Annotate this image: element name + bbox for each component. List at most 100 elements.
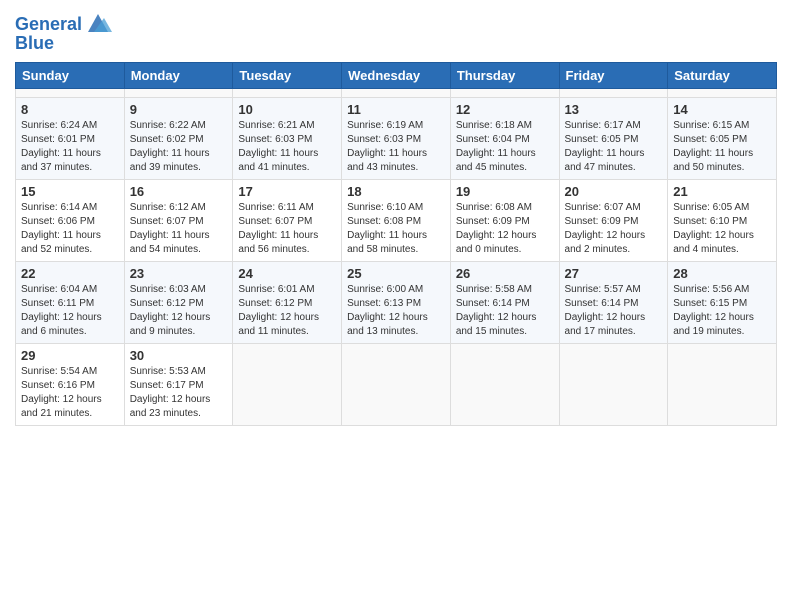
calendar-week-row: 22 Sunrise: 6:04 AMSunset: 6:11 PMDayligh… bbox=[16, 261, 777, 343]
day-header-sunday: Sunday bbox=[16, 62, 125, 88]
day-number: 21 bbox=[673, 184, 771, 199]
logo-icon bbox=[84, 12, 112, 34]
day-info: Sunrise: 6:04 AMSunset: 6:11 PMDaylight:… bbox=[21, 283, 119, 339]
day-info: Sunrise: 6:17 AMSunset: 6:05 PMDaylight:… bbox=[565, 119, 663, 175]
day-number: 12 bbox=[456, 102, 554, 117]
calendar-week-row: 29 Sunrise: 5:54 AMSunset: 6:16 PMDayligh… bbox=[16, 343, 777, 425]
day-cell-29: 29 Sunrise: 5:54 AMSunset: 6:16 PMDayligh… bbox=[16, 343, 125, 425]
day-number: 9 bbox=[130, 102, 228, 117]
calendar-header-row: SundayMondayTuesdayWednesdayThursdayFrid… bbox=[16, 62, 777, 88]
day-cell-21: 21 Sunrise: 6:05 AMSunset: 6:10 PMDayligh… bbox=[668, 179, 777, 261]
day-number: 13 bbox=[565, 102, 663, 117]
day-number: 18 bbox=[347, 184, 445, 199]
day-number: 20 bbox=[565, 184, 663, 199]
header: General Blue bbox=[15, 10, 777, 54]
day-info: Sunrise: 6:01 AMSunset: 6:12 PMDaylight:… bbox=[238, 283, 336, 339]
day-header-thursday: Thursday bbox=[450, 62, 559, 88]
day-info: Sunrise: 6:05 AMSunset: 6:10 PMDaylight:… bbox=[673, 201, 771, 257]
day-cell-20: 20 Sunrise: 6:07 AMSunset: 6:09 PMDayligh… bbox=[559, 179, 668, 261]
day-info: Sunrise: 6:22 AMSunset: 6:02 PMDaylight:… bbox=[130, 119, 228, 175]
day-number: 11 bbox=[347, 102, 445, 117]
day-number: 17 bbox=[238, 184, 336, 199]
day-info: Sunrise: 5:53 AMSunset: 6:17 PMDaylight:… bbox=[130, 365, 228, 421]
day-info: Sunrise: 5:57 AMSunset: 6:14 PMDaylight:… bbox=[565, 283, 663, 339]
day-info: Sunrise: 6:11 AMSunset: 6:07 PMDaylight:… bbox=[238, 201, 336, 257]
day-cell-13: 13 Sunrise: 6:17 AMSunset: 6:05 PMDayligh… bbox=[559, 97, 668, 179]
day-number: 15 bbox=[21, 184, 119, 199]
day-cell-18: 18 Sunrise: 6:10 AMSunset: 6:08 PMDayligh… bbox=[342, 179, 451, 261]
day-number: 27 bbox=[565, 266, 663, 281]
day-info: Sunrise: 5:54 AMSunset: 6:16 PMDaylight:… bbox=[21, 365, 119, 421]
day-info: Sunrise: 5:56 AMSunset: 6:15 PMDaylight:… bbox=[673, 283, 771, 339]
day-header-saturday: Saturday bbox=[668, 62, 777, 88]
empty-cell bbox=[668, 88, 777, 97]
day-info: Sunrise: 6:10 AMSunset: 6:08 PMDaylight:… bbox=[347, 201, 445, 257]
calendar-page: General Blue SundayMondayTuesdayWednesda… bbox=[0, 0, 792, 612]
empty-cell bbox=[668, 343, 777, 425]
day-cell-28: 28 Sunrise: 5:56 AMSunset: 6:15 PMDayligh… bbox=[668, 261, 777, 343]
day-info: Sunrise: 6:18 AMSunset: 6:04 PMDaylight:… bbox=[456, 119, 554, 175]
day-number: 22 bbox=[21, 266, 119, 281]
empty-cell bbox=[450, 343, 559, 425]
empty-cell bbox=[233, 343, 342, 425]
day-cell-11: 11 Sunrise: 6:19 AMSunset: 6:03 PMDayligh… bbox=[342, 97, 451, 179]
day-header-tuesday: Tuesday bbox=[233, 62, 342, 88]
day-cell-10: 10 Sunrise: 6:21 AMSunset: 6:03 PMDayligh… bbox=[233, 97, 342, 179]
day-number: 26 bbox=[456, 266, 554, 281]
day-number: 24 bbox=[238, 266, 336, 281]
empty-cell bbox=[342, 343, 451, 425]
day-cell-16: 16 Sunrise: 6:12 AMSunset: 6:07 PMDayligh… bbox=[124, 179, 233, 261]
day-info: Sunrise: 6:24 AMSunset: 6:01 PMDaylight:… bbox=[21, 119, 119, 175]
logo-text-line1: General bbox=[15, 15, 82, 35]
day-cell-24: 24 Sunrise: 6:01 AMSunset: 6:12 PMDayligh… bbox=[233, 261, 342, 343]
day-cell-9: 9 Sunrise: 6:22 AMSunset: 6:02 PMDaylight… bbox=[124, 97, 233, 179]
empty-cell bbox=[450, 88, 559, 97]
day-number: 23 bbox=[130, 266, 228, 281]
day-cell-27: 27 Sunrise: 5:57 AMSunset: 6:14 PMDayligh… bbox=[559, 261, 668, 343]
day-cell-14: 14 Sunrise: 6:15 AMSunset: 6:05 PMDayligh… bbox=[668, 97, 777, 179]
day-cell-26: 26 Sunrise: 5:58 AMSunset: 6:14 PMDayligh… bbox=[450, 261, 559, 343]
day-cell-19: 19 Sunrise: 6:08 AMSunset: 6:09 PMDayligh… bbox=[450, 179, 559, 261]
day-header-friday: Friday bbox=[559, 62, 668, 88]
empty-cell bbox=[233, 88, 342, 97]
day-number: 16 bbox=[130, 184, 228, 199]
day-number: 19 bbox=[456, 184, 554, 199]
day-cell-8: 8 Sunrise: 6:24 AMSunset: 6:01 PMDaylight… bbox=[16, 97, 125, 179]
logo: General Blue bbox=[15, 14, 112, 54]
day-number: 28 bbox=[673, 266, 771, 281]
day-number: 25 bbox=[347, 266, 445, 281]
day-number: 14 bbox=[673, 102, 771, 117]
calendar-week-row: 8 Sunrise: 6:24 AMSunset: 6:01 PMDaylight… bbox=[16, 97, 777, 179]
empty-cell bbox=[559, 88, 668, 97]
day-number: 30 bbox=[130, 348, 228, 363]
day-header-wednesday: Wednesday bbox=[342, 62, 451, 88]
day-info: Sunrise: 6:21 AMSunset: 6:03 PMDaylight:… bbox=[238, 119, 336, 175]
empty-cell bbox=[559, 343, 668, 425]
day-info: Sunrise: 6:08 AMSunset: 6:09 PMDaylight:… bbox=[456, 201, 554, 257]
logo-text-line2: Blue bbox=[15, 34, 112, 54]
day-cell-30: 30 Sunrise: 5:53 AMSunset: 6:17 PMDayligh… bbox=[124, 343, 233, 425]
day-number: 10 bbox=[238, 102, 336, 117]
day-info: Sunrise: 6:19 AMSunset: 6:03 PMDaylight:… bbox=[347, 119, 445, 175]
day-cell-15: 15 Sunrise: 6:14 AMSunset: 6:06 PMDayligh… bbox=[16, 179, 125, 261]
empty-cell bbox=[124, 88, 233, 97]
day-cell-23: 23 Sunrise: 6:03 AMSunset: 6:12 PMDayligh… bbox=[124, 261, 233, 343]
day-info: Sunrise: 6:00 AMSunset: 6:13 PMDaylight:… bbox=[347, 283, 445, 339]
day-info: Sunrise: 6:12 AMSunset: 6:07 PMDaylight:… bbox=[130, 201, 228, 257]
day-cell-17: 17 Sunrise: 6:11 AMSunset: 6:07 PMDayligh… bbox=[233, 179, 342, 261]
day-number: 8 bbox=[21, 102, 119, 117]
calendar-table: SundayMondayTuesdayWednesdayThursdayFrid… bbox=[15, 62, 777, 426]
day-cell-25: 25 Sunrise: 6:00 AMSunset: 6:13 PMDayligh… bbox=[342, 261, 451, 343]
day-number: 29 bbox=[21, 348, 119, 363]
day-info: Sunrise: 6:03 AMSunset: 6:12 PMDaylight:… bbox=[130, 283, 228, 339]
empty-cell bbox=[16, 88, 125, 97]
day-info: Sunrise: 6:14 AMSunset: 6:06 PMDaylight:… bbox=[21, 201, 119, 257]
day-info: Sunrise: 5:58 AMSunset: 6:14 PMDaylight:… bbox=[456, 283, 554, 339]
day-cell-22: 22 Sunrise: 6:04 AMSunset: 6:11 PMDayligh… bbox=[16, 261, 125, 343]
empty-cell bbox=[342, 88, 451, 97]
day-header-monday: Monday bbox=[124, 62, 233, 88]
calendar-week-row bbox=[16, 88, 777, 97]
day-cell-12: 12 Sunrise: 6:18 AMSunset: 6:04 PMDayligh… bbox=[450, 97, 559, 179]
day-info: Sunrise: 6:15 AMSunset: 6:05 PMDaylight:… bbox=[673, 119, 771, 175]
day-info: Sunrise: 6:07 AMSunset: 6:09 PMDaylight:… bbox=[565, 201, 663, 257]
